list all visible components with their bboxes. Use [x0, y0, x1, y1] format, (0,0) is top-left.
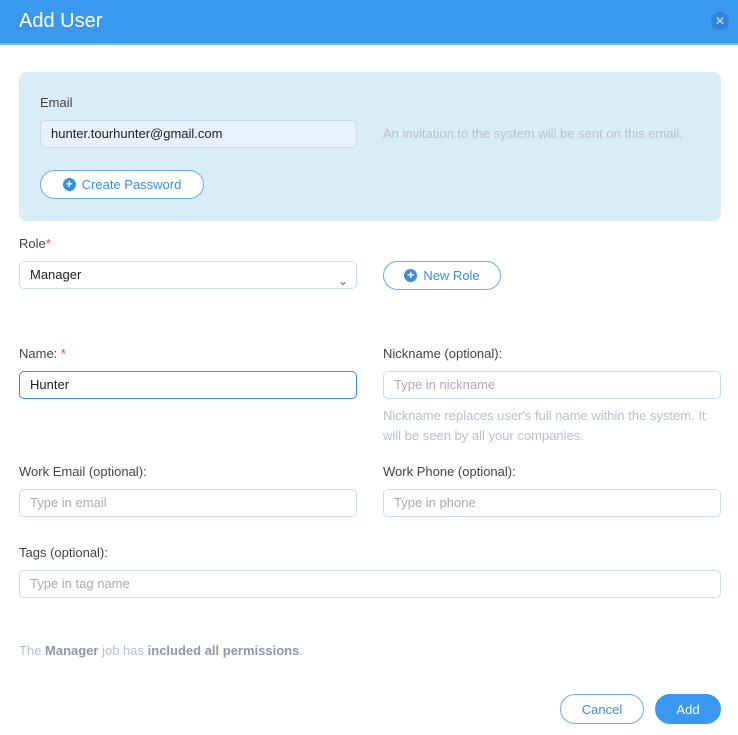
- create-password-button[interactable]: + Create Password: [40, 170, 204, 199]
- dialog-header: [0, 0, 738, 45]
- close-icon[interactable]: ✕: [711, 12, 729, 30]
- cancel-button[interactable]: Cancel: [560, 694, 644, 724]
- plus-circle-icon: +: [404, 269, 418, 282]
- role-label: Role*: [19, 236, 51, 251]
- name-label: Name: *: [19, 346, 66, 361]
- chevron-down-icon: ⌄: [337, 274, 348, 288]
- create-password-label: Create Password: [81, 177, 182, 192]
- new-role-button[interactable]: + New Role: [383, 261, 501, 290]
- email-hint: An invitation to the system will be sent…: [383, 126, 683, 141]
- role-select[interactable]: Manager ⌄: [19, 261, 357, 289]
- work-email-input[interactable]: Type in email: [19, 489, 357, 517]
- plus-circle-icon: +: [62, 178, 76, 191]
- nickname-label: Nickname (optional):: [383, 346, 503, 361]
- name-input[interactable]: Hunter: [19, 371, 357, 399]
- add-button[interactable]: Add: [655, 694, 721, 724]
- work-phone-label: Work Phone (optional):: [383, 464, 516, 479]
- tags-label: Tags (optional):: [19, 545, 108, 560]
- email-label: Email: [40, 95, 73, 110]
- tags-input[interactable]: Type in tag name: [19, 570, 721, 598]
- email-input[interactable]: hunter.tourhunter@gmail.com: [40, 120, 357, 148]
- dialog-title: Add User: [19, 10, 103, 32]
- work-email-label: Work Email (optional):: [19, 464, 147, 479]
- nickname-hint: Nickname replaces user's full name withi…: [383, 408, 706, 443]
- nickname-input[interactable]: Type in nickname: [383, 371, 721, 399]
- permissions-note: The Manager job has included all permiss…: [19, 643, 303, 658]
- work-phone-input[interactable]: Type in phone: [383, 489, 721, 517]
- new-role-label: New Role: [423, 268, 480, 283]
